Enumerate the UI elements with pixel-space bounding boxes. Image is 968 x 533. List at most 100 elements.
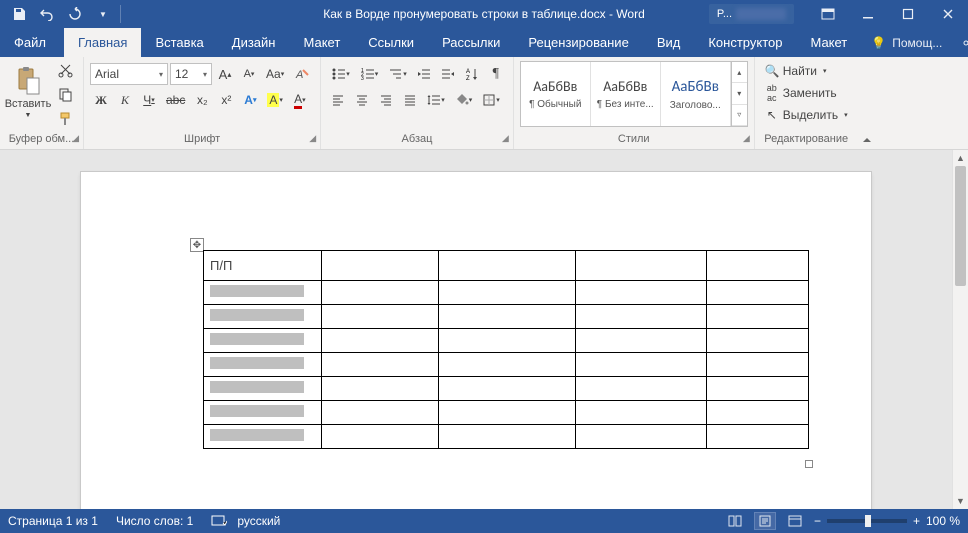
maximize-button[interactable]: [888, 1, 928, 27]
document-table[interactable]: П/П: [203, 250, 809, 449]
spellcheck-icon[interactable]: [211, 514, 227, 528]
tab-review[interactable]: Рецензирование: [514, 28, 642, 57]
numbering-button[interactable]: 123▾: [356, 63, 383, 85]
style-heading1[interactable]: АаБбВв Заголово...: [661, 62, 731, 126]
cut-button[interactable]: [54, 59, 77, 81]
table-cell[interactable]: [204, 377, 322, 401]
share-icon[interactable]: [956, 36, 968, 50]
redo-button[interactable]: [62, 1, 88, 27]
table-cell[interactable]: [204, 281, 322, 305]
tab-view[interactable]: Вид: [643, 28, 695, 57]
increase-indent-button[interactable]: [437, 63, 459, 85]
format-painter-button[interactable]: [54, 107, 77, 129]
scroll-up-button[interactable]: ▲: [953, 150, 968, 166]
print-layout-button[interactable]: [754, 512, 776, 530]
web-layout-button[interactable]: [784, 512, 806, 530]
tell-me[interactable]: 💡 Помощ...: [861, 28, 968, 57]
underline-button[interactable]: Ч▾: [138, 89, 160, 111]
copy-button[interactable]: [54, 83, 77, 105]
table-cell[interactable]: [204, 329, 322, 353]
page-indicator[interactable]: Страница 1 из 1: [8, 514, 98, 528]
shrink-font-button[interactable]: A▾: [238, 63, 260, 85]
subscript-button[interactable]: x₂: [191, 89, 213, 111]
page[interactable]: ✥ П/П: [81, 172, 871, 509]
align-left-button[interactable]: [327, 89, 349, 111]
style-no-spacing[interactable]: АаБбВв ¶ Без инте...: [591, 62, 661, 126]
collapse-ribbon-button[interactable]: [858, 57, 876, 149]
tab-table-design[interactable]: Конструктор: [694, 28, 796, 57]
scroll-thumb[interactable]: [955, 166, 966, 286]
table-resize-handle[interactable]: [805, 460, 813, 468]
minimize-button[interactable]: [848, 1, 888, 27]
table-cell[interactable]: [439, 251, 576, 281]
qat-customize-button[interactable]: ▼: [90, 1, 116, 27]
tab-insert[interactable]: Вставка: [141, 28, 217, 57]
tab-design[interactable]: Дизайн: [218, 28, 290, 57]
highlight-button[interactable]: A▾: [263, 89, 287, 111]
tab-references[interactable]: Ссылки: [354, 28, 428, 57]
superscript-button[interactable]: x²: [215, 89, 237, 111]
line-spacing-button[interactable]: ▾: [423, 89, 449, 111]
tab-file[interactable]: Файл: [0, 28, 64, 57]
text-effects-button[interactable]: A▾: [239, 89, 261, 111]
read-mode-button[interactable]: [724, 512, 746, 530]
tab-layout[interactable]: Макет: [289, 28, 354, 57]
styles-gallery[interactable]: АаБбВв ¶ Обычный АаБбВв ¶ Без инте... Аа…: [520, 61, 748, 127]
borders-button[interactable]: ▾: [478, 89, 504, 111]
italic-button[interactable]: К: [114, 89, 136, 111]
bullets-button[interactable]: ▾: [327, 63, 354, 85]
style-gallery-more[interactable]: ▿: [732, 105, 747, 126]
zoom-slider[interactable]: [827, 519, 907, 523]
tab-mailings[interactable]: Рассылки: [428, 28, 514, 57]
save-button[interactable]: [6, 1, 32, 27]
vertical-scrollbar[interactable]: ▲ ▼: [952, 150, 968, 509]
table-cell[interactable]: [204, 401, 322, 425]
table-cell[interactable]: [576, 251, 707, 281]
font-size-select[interactable]: 12▾: [170, 63, 212, 85]
strike-button[interactable]: abc: [162, 89, 189, 111]
table-cell[interactable]: [204, 305, 322, 329]
sort-button[interactable]: AZ: [461, 63, 483, 85]
document-area[interactable]: ✥ П/П: [0, 150, 952, 509]
multilevel-button[interactable]: ▾: [384, 63, 411, 85]
style-normal[interactable]: АаБбВв ¶ Обычный: [521, 62, 591, 126]
bold-button[interactable]: Ж: [90, 89, 112, 111]
select-button[interactable]: ↖ Выделить▾: [761, 105, 852, 125]
user-badge[interactable]: P...: [709, 4, 794, 24]
scroll-down-button[interactable]: ▼: [953, 493, 968, 509]
word-count[interactable]: Число слов: 1: [116, 514, 193, 528]
font-dialog-launcher[interactable]: ◢: [309, 133, 316, 144]
close-button[interactable]: [928, 1, 968, 27]
align-right-button[interactable]: [375, 89, 397, 111]
language-indicator[interactable]: русский: [237, 514, 280, 528]
style-gallery-up[interactable]: ▴: [732, 62, 747, 83]
align-center-button[interactable]: [351, 89, 373, 111]
tab-home[interactable]: Главная: [64, 28, 141, 57]
table-cell[interactable]: П/П: [204, 251, 322, 281]
styles-dialog-launcher[interactable]: ◢: [743, 133, 750, 144]
paste-button[interactable]: Вставить ▼: [6, 59, 50, 125]
replace-button[interactable]: abac Заменить: [761, 83, 841, 103]
find-button[interactable]: 🔍 Найти▾: [761, 61, 831, 81]
shading-button[interactable]: ▾: [451, 89, 477, 111]
zoom-level[interactable]: 100 %: [926, 514, 960, 528]
table-cell[interactable]: [707, 251, 809, 281]
undo-button[interactable]: [34, 1, 60, 27]
change-case-button[interactable]: Aa▾: [262, 63, 288, 85]
style-gallery-down[interactable]: ▾: [732, 83, 747, 104]
grow-font-button[interactable]: A▴: [214, 63, 236, 85]
table-cell[interactable]: [322, 251, 439, 281]
zoom-thumb[interactable]: [865, 515, 871, 527]
table-cell[interactable]: [204, 353, 322, 377]
clear-formatting-button[interactable]: A: [290, 63, 314, 85]
table-move-handle[interactable]: ✥: [190, 238, 204, 252]
font-color-button[interactable]: A▾: [289, 89, 311, 111]
paragraph-dialog-launcher[interactable]: ◢: [502, 133, 509, 144]
show-marks-button[interactable]: ¶: [485, 63, 507, 85]
decrease-indent-button[interactable]: [413, 63, 435, 85]
zoom-out-button[interactable]: −: [814, 514, 821, 528]
ribbon-display-button[interactable]: [808, 1, 848, 27]
tab-table-layout[interactable]: Макет: [796, 28, 861, 57]
clipboard-dialog-launcher[interactable]: ◢: [72, 133, 79, 144]
scroll-track[interactable]: [953, 166, 968, 493]
